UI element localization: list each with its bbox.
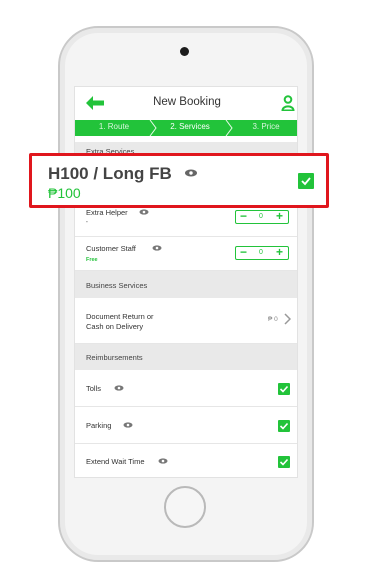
plus-icon[interactable]: +	[276, 245, 283, 259]
parking-row: Parking	[75, 407, 297, 444]
step-price[interactable]: 3. Price	[231, 122, 297, 131]
extra-helper-label: Extra Helper	[86, 208, 128, 217]
page-title: New Booking	[153, 96, 221, 108]
eye-icon[interactable]	[139, 209, 149, 215]
extend-wait-time-label: Extend Wait Time	[86, 457, 145, 466]
service-title: H100 / Long FB	[48, 164, 172, 183]
customer-staff-sub: Free	[86, 257, 98, 263]
customer-staff-row: Customer Staff Free − 0 +	[75, 237, 297, 271]
section-reimbursements: Reimbursements	[75, 344, 297, 370]
extend-wait-time-row: Extend Wait Time	[75, 444, 297, 477]
eye-icon[interactable]	[158, 458, 168, 464]
plus-icon[interactable]: +	[276, 209, 283, 223]
progress-steps: 1. Route 2. Services 3. Price	[75, 120, 297, 136]
highlighted-service-row[interactable]: H100 / Long FB ₱100	[29, 153, 329, 208]
parking-checkbox[interactable]	[278, 420, 290, 432]
extra-helper-value: 0	[259, 213, 263, 220]
section-business-services: Business Services	[75, 271, 297, 298]
minus-icon[interactable]: −	[240, 245, 247, 259]
home-button[interactable]	[164, 486, 206, 528]
arrow-left-icon[interactable]	[85, 95, 105, 111]
service-price: ₱100	[48, 185, 81, 201]
extend-wait-time-checkbox[interactable]	[278, 456, 290, 468]
eye-icon[interactable]	[152, 245, 162, 251]
minus-icon[interactable]: −	[240, 209, 247, 223]
checkmark-icon	[279, 458, 289, 466]
top-bar: New Booking	[75, 87, 297, 119]
document-return-label-2: Cash on Delivery	[86, 322, 144, 331]
tolls-label: Tolls	[86, 384, 102, 393]
tolls-checkbox[interactable]	[278, 383, 290, 395]
step-route[interactable]: 1. Route	[79, 122, 149, 131]
customer-staff-label: Customer Staff	[86, 244, 136, 253]
customer-staff-stepper[interactable]: − 0 +	[235, 245, 289, 260]
parking-label: Parking	[86, 421, 112, 430]
document-return-price: ₱ 0	[268, 316, 278, 323]
document-return-label-1: Document Return or	[86, 312, 154, 321]
checkmark-icon	[279, 422, 289, 430]
extra-helper-stepper[interactable]: − 0 +	[235, 209, 289, 224]
service-checkbox[interactable]	[298, 173, 314, 189]
eye-icon[interactable]	[123, 422, 133, 428]
step-services[interactable]: 2. Services	[155, 122, 225, 131]
extra-helper-sub: -	[86, 219, 88, 225]
checkmark-icon	[279, 385, 289, 393]
eye-icon[interactable]	[114, 385, 124, 391]
user-icon[interactable]	[281, 95, 295, 111]
booking-screen: New Booking 1. Route 2. Services 3. Pric…	[74, 86, 298, 478]
eye-icon[interactable]	[184, 169, 198, 177]
checkmark-icon	[301, 177, 311, 186]
tolls-row: Tolls	[75, 370, 297, 407]
customer-staff-value: 0	[259, 249, 263, 256]
document-return-row[interactable]: Document Return or Cash on Delivery ₱ 0	[75, 298, 297, 344]
chevron-right-icon[interactable]	[284, 313, 291, 325]
camera	[180, 47, 189, 56]
